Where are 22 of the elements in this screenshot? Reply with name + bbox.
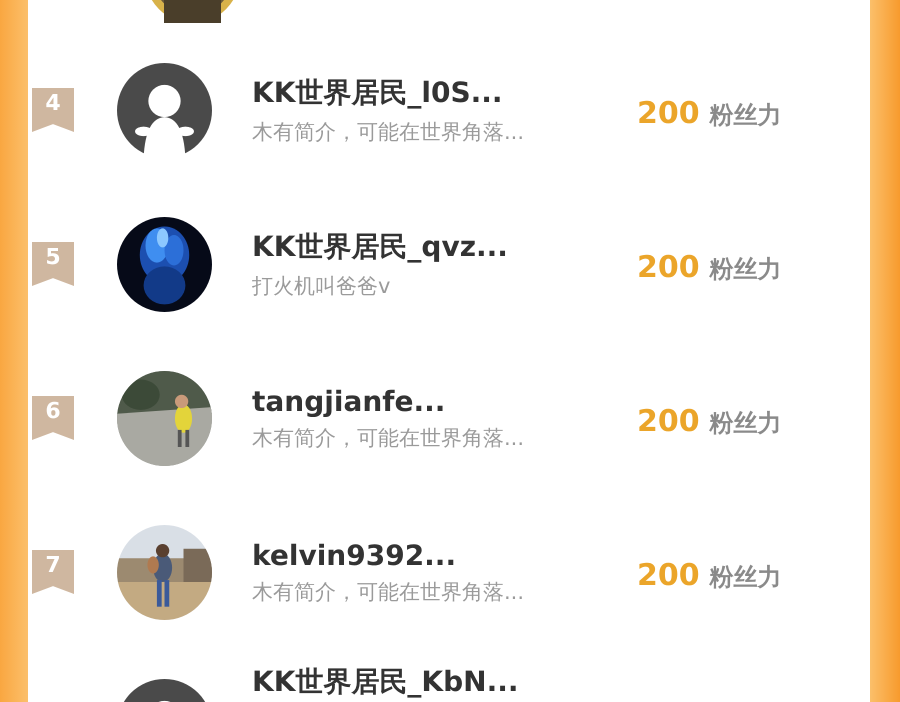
rank-badge: 6 — [32, 396, 74, 440]
rank-badge: 4 — [32, 88, 74, 132]
fan-score-label: 粉丝力 — [710, 254, 782, 284]
user-name[interactable]: KK世界居民_KbN... — [252, 663, 637, 701]
fan-score: 200 — [637, 558, 700, 592]
fan-score-label: 粉丝力 — [710, 408, 782, 438]
user-bio: 打火机叫爸爸v — [252, 273, 392, 300]
fan-score: 200 — [637, 250, 700, 284]
fan-score: 200 — [637, 404, 700, 438]
fan-score: 200 — [637, 96, 700, 130]
fan-score-label: 粉丝力 — [710, 562, 782, 592]
rank-badge: 7 — [32, 550, 74, 594]
fan-score-label: 粉丝力 — [710, 100, 782, 130]
user-name[interactable]: tangjianfe... — [252, 384, 637, 418]
user-name[interactable]: KK世界居民_qvz... — [252, 228, 637, 266]
user-name[interactable]: kelvin9392... — [252, 538, 637, 572]
user-bio: 木有简介，可能在世界角落... — [252, 424, 526, 452]
rank-badge: 5 — [32, 242, 74, 286]
user-bio: 木有简介，可能在世界角落... — [252, 119, 526, 146]
user-bio: 木有简介，可能在世界角落... — [252, 578, 526, 606]
user-name[interactable]: KK世界居民_l0S... — [252, 74, 637, 112]
avatar-icon — [117, 62, 212, 158]
